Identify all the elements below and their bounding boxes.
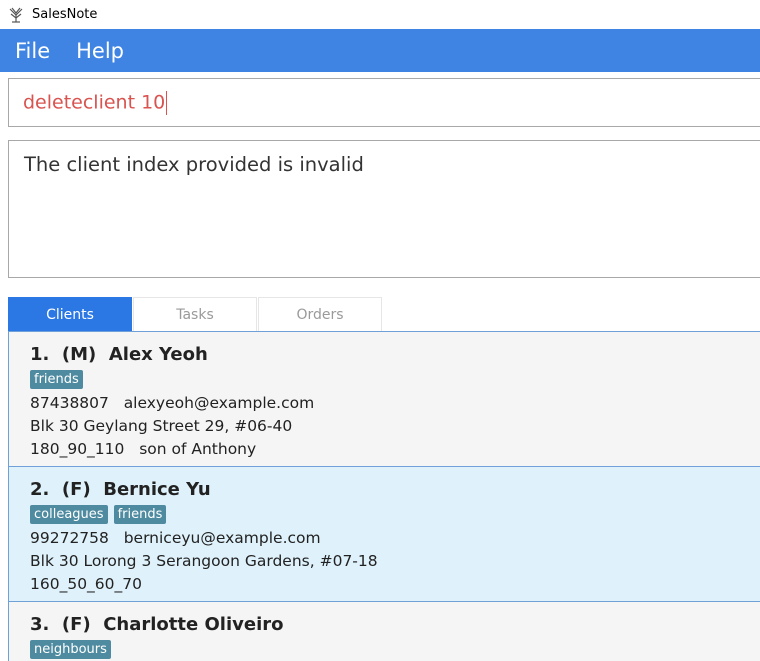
client-size: 180_90_110 <box>30 439 125 458</box>
client-contact: 99272758 berniceyu@example.com <box>30 526 760 549</box>
client-name: Bernice Yu <box>103 479 211 500</box>
command-box[interactable]: deleteclient 10 <box>8 78 760 127</box>
tab-bar: Clients Tasks Orders <box>8 297 383 331</box>
window-title: SalesNote <box>32 7 98 22</box>
tag: colleagues <box>30 505 108 524</box>
tag: neighbours <box>30 640 111 659</box>
client-address: Blk 30 Lorong 3 Serangoon Gardens, #07-1… <box>30 551 378 570</box>
menu-help[interactable]: Help <box>50 39 124 63</box>
client-gender: (M) <box>61 344 97 365</box>
client-name: Alex Yeoh <box>108 344 208 365</box>
client-index: 2. <box>30 479 50 500</box>
client-index: 3. <box>30 614 50 635</box>
result-display: The client index provided is invalid <box>8 140 760 278</box>
client-tags: colleagues friends <box>30 503 760 526</box>
tag: friends <box>113 505 167 524</box>
client-gender: (F) <box>61 614 91 635</box>
client-extra: 180_90_110 son of Anthony <box>30 437 760 460</box>
tab-orders[interactable]: Orders <box>258 297 382 331</box>
tab-tasks[interactable]: Tasks <box>133 297 257 331</box>
client-tags: friends <box>30 368 760 391</box>
menu-file[interactable]: File <box>0 39 50 63</box>
client-size: 160_50_60_70 <box>30 574 143 593</box>
app-logo-icon <box>6 5 26 25</box>
client-header: 1. (M) Alex Yeoh <box>30 342 760 367</box>
client-card[interactable]: 2. (F) Bernice Yu colleagues friends 992… <box>9 467 760 602</box>
client-remark: son of Anthony <box>139 439 257 458</box>
client-list[interactable]: 1. (M) Alex Yeoh friends 87438807 alexye… <box>8 331 760 661</box>
tag: friends <box>30 370 83 389</box>
client-email: alexyeoh@example.com <box>123 393 315 412</box>
client-card[interactable]: 1. (M) Alex Yeoh friends 87438807 alexye… <box>9 332 760 467</box>
result-message: The client index provided is invalid <box>24 153 364 176</box>
client-phone: 99272758 <box>30 528 109 547</box>
tab-clients[interactable]: Clients <box>8 297 132 331</box>
client-index: 1. <box>30 344 50 365</box>
client-header: 2. (F) Bernice Yu <box>30 477 760 502</box>
text-caret <box>166 90 168 115</box>
client-card[interactable]: 3. (F) Charlotte Oliveiro neighbours <box>9 602 760 661</box>
client-contact: 87438807 alexyeoh@example.com <box>30 391 760 414</box>
client-tags: neighbours <box>30 638 760 661</box>
client-address: Blk 30 Geylang Street 29, #06-40 <box>30 416 293 435</box>
client-name: Charlotte Oliveiro <box>103 614 284 635</box>
menu-bar: File Help <box>0 29 760 72</box>
client-phone: 87438807 <box>30 393 109 412</box>
client-email: berniceyu@example.com <box>123 528 321 547</box>
client-gender: (F) <box>61 479 91 500</box>
title-bar: SalesNote <box>0 0 760 29</box>
command-input[interactable]: deleteclient 10 <box>9 90 168 115</box>
client-header: 3. (F) Charlotte Oliveiro <box>30 612 760 637</box>
